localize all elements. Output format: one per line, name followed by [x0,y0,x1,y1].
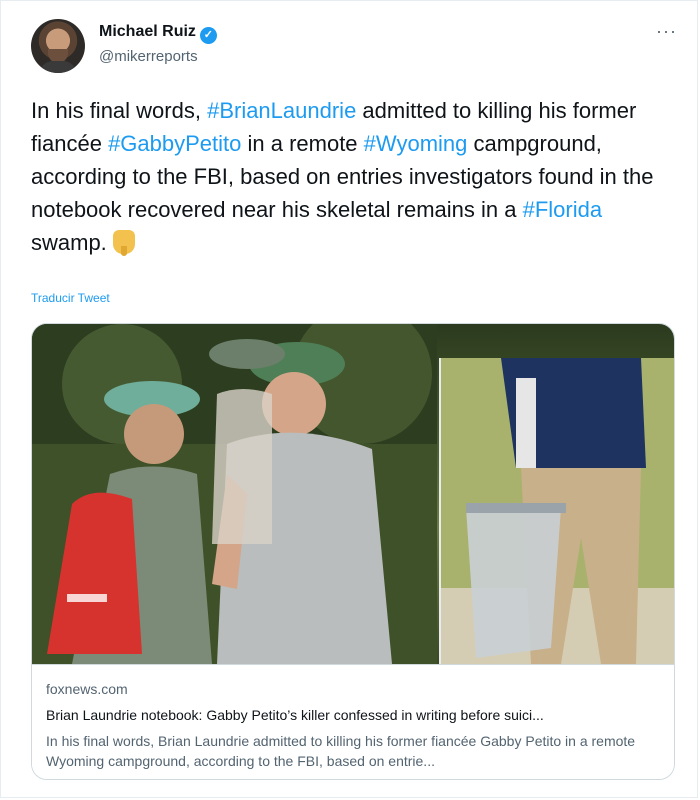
card-description: In his final words, Brian Laundrie admit… [46,733,636,769]
tweet-segment-4: in a remote [241,131,364,156]
verified-badge-icon: ✓ [199,27,217,44]
author-handle[interactable]: @mikerreports [99,48,198,65]
card-title[interactable]: Brian Laundrie notebook: Gabby Petito’s … [46,707,662,723]
hashtag-brian-laundrie[interactable]: #BrianLaundrie [207,98,356,123]
hashtag-florida[interactable]: #Florida [523,197,602,222]
pointing-down-icon [112,230,135,256]
avatar-shirt [39,61,77,73]
card-domain: foxnews.com [46,681,128,697]
avatar[interactable] [31,19,85,73]
more-options-icon[interactable]: ··· [656,21,677,42]
hashtag-gabby-petito[interactable]: #GabbyPetito [108,131,241,156]
tweet-text: In his final words, #BrianLaundrie admit… [31,94,671,259]
link-preview-card[interactable]: foxnews.com Brian Laundrie notebook: Gab… [31,323,675,780]
card-meta[interactable]: foxnews.com Brian Laundrie notebook: Gab… [32,664,674,779]
news-photo-people [32,324,437,664]
card-image[interactable] [32,324,674,664]
tweet-card: Michael Ruiz ✓ @mikerreports ··· In his f… [0,0,698,798]
hashtag-wyoming[interactable]: #Wyoming [364,131,468,156]
author-name[interactable]: Michael Ruiz [99,23,196,40]
author-name-row[interactable]: Michael Ruiz ✓ [99,23,217,44]
news-photo-evidence [439,358,674,664]
tweet-segment-0: In his final words, [31,98,208,123]
translate-tweet-link[interactable]: Traducir Tweet [31,291,110,305]
tweet-segment-8: swamp. [31,230,107,255]
